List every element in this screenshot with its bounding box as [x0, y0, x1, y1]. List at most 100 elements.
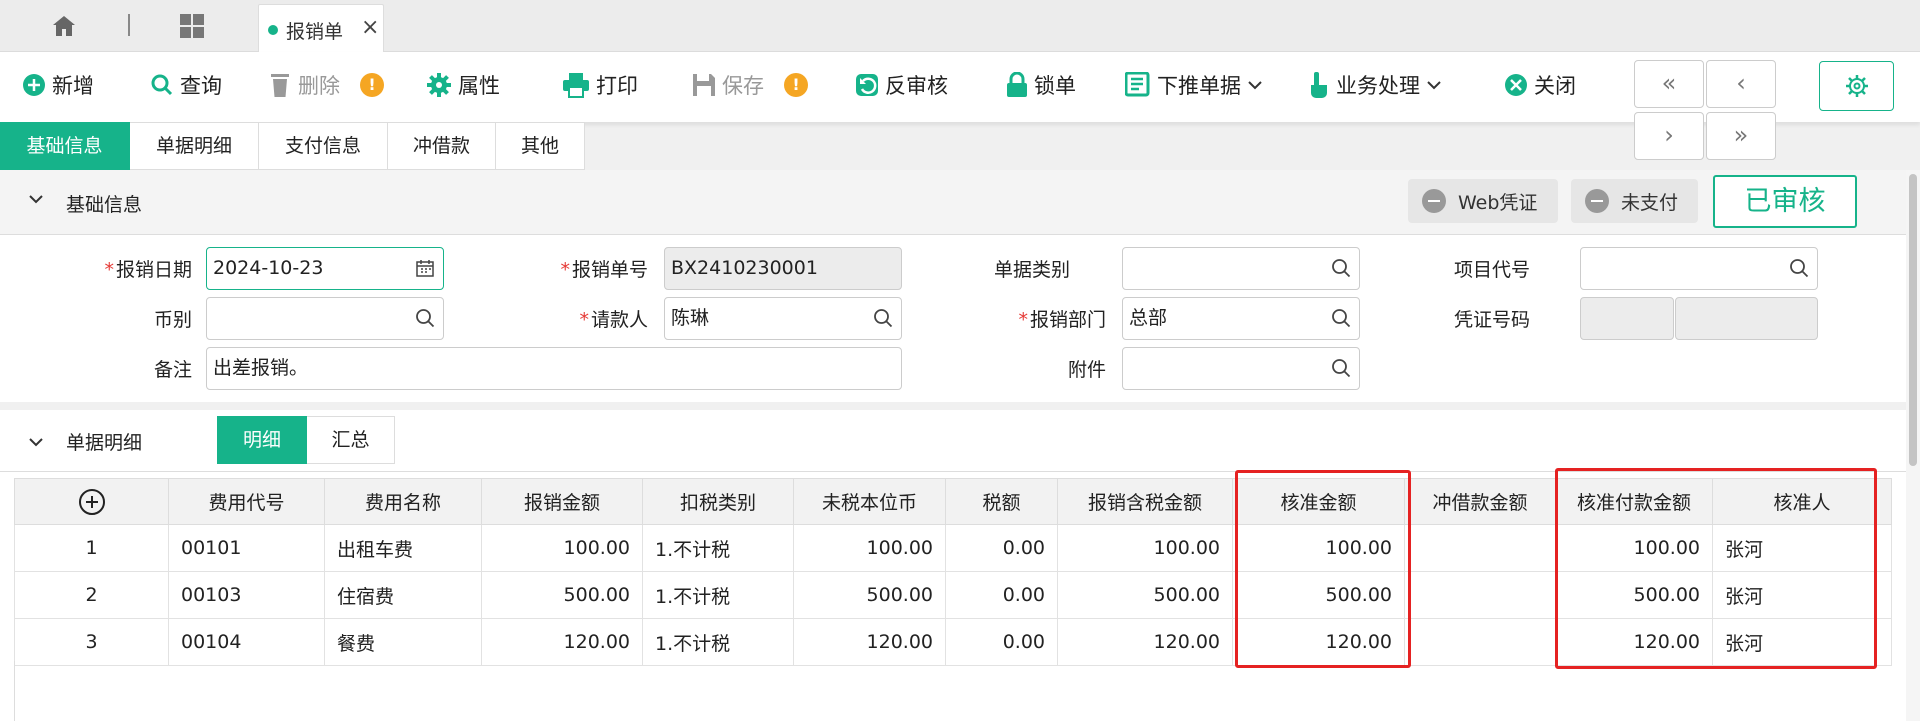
document-tab-label: 报销单 [286, 21, 344, 43]
plus-circle-icon[interactable] [78, 488, 105, 515]
properties-button[interactable]: 属性 [426, 68, 500, 102]
add-button[interactable]: 新增 [22, 68, 94, 102]
query-button[interactable]: 查询 [150, 68, 222, 102]
trash-icon [271, 74, 289, 97]
print-button[interactable]: 打印 [562, 68, 638, 102]
attachment-field[interactable] [1122, 347, 1360, 390]
table-cell[interactable]: 出租车费 [324, 524, 482, 572]
push-down-dropdown[interactable]: 下推单据 [1125, 68, 1263, 102]
column-header[interactable]: 费用名称 [324, 478, 482, 525]
column-header[interactable]: 报销含税金额 [1057, 478, 1233, 525]
chevron-down-icon [1427, 81, 1441, 90]
prev-record-button[interactable]: ‹ [1706, 60, 1776, 108]
column-header[interactable]: 报销金额 [481, 478, 643, 525]
save-button-label: 保存 [722, 74, 764, 98]
tab-basic-info[interactable]: 基础信息 [0, 122, 130, 170]
department-field[interactable]: 总部 [1122, 297, 1360, 340]
table-cell[interactable]: 00104 [168, 618, 325, 666]
hand-pointer-icon [1311, 72, 1327, 98]
unpaid-button[interactable]: 未支付 [1571, 179, 1698, 223]
tab-loan-offset[interactable]: 冲借款 [388, 122, 496, 170]
voucher-no-field-1 [1580, 297, 1674, 340]
bill-type-label: 单据类别 [993, 259, 1070, 281]
plus-circle-icon [23, 74, 45, 96]
column-header[interactable]: 冲借款金额 [1404, 478, 1556, 525]
table-cell[interactable]: 100.00 [481, 524, 643, 572]
table-cell[interactable]: 500.00 [793, 571, 946, 619]
top-tab-bar: 报销单 × [0, 0, 1920, 52]
search-icon [874, 309, 893, 328]
tab-other[interactable]: 其他 [496, 122, 585, 170]
table-cell[interactable]: 1.不计税 [642, 571, 794, 619]
close-button-label: 关闭 [1534, 74, 1576, 98]
table-cell[interactable]: 住宿费 [324, 571, 482, 619]
summary-mode-button[interactable]: 汇总 [307, 416, 395, 464]
search-icon [1332, 259, 1351, 278]
delete-button-label: 删除 [298, 74, 340, 98]
date-field[interactable]: 2024-10-23 [206, 247, 444, 290]
table-cell[interactable] [1404, 524, 1556, 572]
collapse-chevron-icon[interactable] [28, 190, 44, 209]
table-cell[interactable] [1404, 618, 1556, 666]
basic-info-title: 基础信息 [66, 194, 143, 216]
applicant-field[interactable]: 陈琳 [664, 297, 902, 340]
table-cell[interactable]: 100.00 [1057, 524, 1233, 572]
table-cell[interactable]: 0.00 [945, 571, 1058, 619]
project-code-field[interactable] [1580, 247, 1818, 290]
detail-mode-button[interactable]: 明细 [217, 416, 307, 464]
floppy-icon [693, 74, 715, 96]
table-cell[interactable]: 500.00 [481, 571, 643, 619]
remark-field[interactable]: 出差报销。 [206, 347, 902, 390]
detail-title: 单据明细 [66, 432, 143, 454]
column-header[interactable]: 费用代号 [168, 478, 325, 525]
business-dropdown[interactable]: 业务处理 [1308, 68, 1442, 102]
push-down-label: 下推单据 [1157, 74, 1241, 98]
table-cell[interactable]: 1.不计税 [642, 524, 794, 572]
column-header[interactable]: 税额 [945, 478, 1058, 525]
table-cell[interactable]: 00103 [168, 571, 325, 619]
last-record-button[interactable]: » [1706, 112, 1776, 160]
bill-type-field[interactable] [1122, 247, 1360, 290]
next-record-button[interactable]: › [1634, 112, 1704, 160]
scrollbar-thumb[interactable] [1909, 174, 1917, 466]
currency-field[interactable] [206, 297, 444, 340]
close-button[interactable]: 关闭 [1504, 68, 1576, 102]
settings-button[interactable] [1819, 61, 1894, 111]
calendar-icon [416, 260, 434, 277]
lock-button[interactable]: 锁单 [1006, 68, 1076, 102]
collapse-chevron-icon[interactable] [28, 432, 44, 453]
gear-icon [427, 73, 451, 97]
table-cell[interactable] [1404, 571, 1556, 619]
print-button-label: 打印 [596, 74, 638, 98]
first-record-button[interactable]: « [1634, 60, 1704, 108]
table-cell[interactable]: 餐费 [324, 618, 482, 666]
tab-bill-detail[interactable]: 单据明细 [130, 122, 259, 170]
document-tab[interactable]: 报销单 × [258, 4, 384, 52]
close-tab-icon[interactable]: × [361, 15, 379, 40]
table-cell[interactable]: 500.00 [1057, 571, 1233, 619]
lock-icon [1007, 72, 1027, 97]
tab-payment-info[interactable]: 支付信息 [259, 122, 388, 170]
table-cell[interactable]: 0.00 [945, 618, 1058, 666]
column-header[interactable]: 未税本位币 [793, 478, 946, 525]
table-cell[interactable]: 1.不计税 [642, 618, 794, 666]
table-cell[interactable]: 00101 [168, 524, 325, 572]
home-icon[interactable] [50, 12, 78, 40]
web-voucher-button[interactable]: Web凭证 [1408, 179, 1558, 223]
detail-view-toggle: 明细 汇总 [217, 416, 395, 464]
vertical-scrollbar[interactable] [1906, 170, 1920, 721]
column-header[interactable]: 扣税类别 [642, 478, 794, 525]
table-cell[interactable]: 120.00 [793, 618, 946, 666]
unapprove-button[interactable]: 反审核 [855, 68, 948, 102]
minus-circle-icon [1585, 189, 1609, 213]
delete-button[interactable]: 删除 ! [268, 68, 384, 102]
grid-icon[interactable] [178, 12, 206, 40]
table-cell[interactable]: 120.00 [1057, 618, 1233, 666]
table-cell[interactable]: 120.00 [481, 618, 643, 666]
search-icon [1332, 359, 1351, 378]
table-cell[interactable]: 100.00 [793, 524, 946, 572]
close-circle-icon [1505, 74, 1527, 96]
add-row-button[interactable] [14, 478, 169, 525]
save-button[interactable]: 保存 ! [692, 68, 808, 102]
table-cell[interactable]: 0.00 [945, 524, 1058, 572]
